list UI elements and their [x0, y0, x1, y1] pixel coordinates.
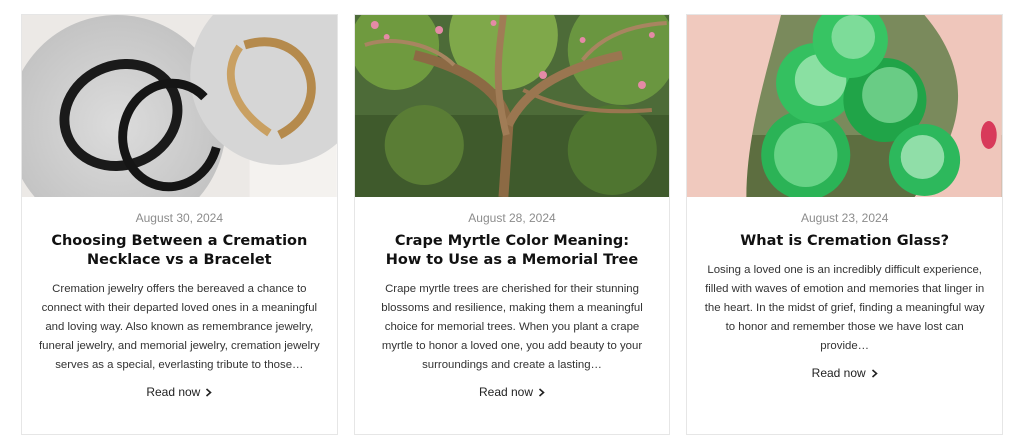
- post-date: August 28, 2024: [468, 211, 556, 225]
- post-excerpt: Crape myrtle trees are cherished for the…: [381, 283, 643, 371]
- read-now-link[interactable]: Read now: [812, 365, 878, 381]
- post-thumbnail-cremation-glass[interactable]: [687, 15, 1003, 197]
- chevron-right-icon: [871, 368, 878, 378]
- post-excerpt: Cremation jewelry offers the bereaved a …: [39, 283, 320, 371]
- post-thumbnail-crape-myrtle[interactable]: [354, 15, 670, 197]
- post-date: August 30, 2024: [135, 211, 224, 225]
- post-thumbnail-bracelets[interactable]: [22, 15, 337, 197]
- blog-post-grid: August 30, 2024 Choosing Between a Crema…: [0, 0, 1024, 447]
- bracelets-image: [22, 15, 337, 197]
- post-card: August 23, 2024 What is Cremation Glass?…: [686, 14, 1004, 435]
- post-title[interactable]: Crape Myrtle Color Meaning: How to Use a…: [377, 232, 647, 270]
- read-now-label: Read now: [811, 366, 866, 380]
- read-now-label: Read now: [478, 385, 534, 399]
- cremation-glass-image: [687, 15, 1003, 197]
- post-card: August 30, 2024 Choosing Between a Crema…: [21, 14, 338, 435]
- read-now-link[interactable]: Read now: [479, 384, 545, 400]
- chevron-right-icon: [539, 387, 545, 397]
- read-now-label: Read now: [146, 385, 201, 399]
- post-date: August 23, 2024: [800, 211, 889, 225]
- crape-myrtle-image: [354, 15, 670, 197]
- read-now-link[interactable]: Read now: [146, 384, 213, 400]
- chevron-right-icon: [206, 387, 213, 397]
- post-title[interactable]: Choosing Between a Cremation Necklace vs…: [44, 232, 314, 270]
- post-card: August 28, 2024 Crape Myrtle Color Meani…: [353, 14, 671, 435]
- post-excerpt: Losing a loved one is an incredibly diff…: [704, 264, 985, 352]
- post-title[interactable]: What is Cremation Glass?: [740, 232, 949, 251]
